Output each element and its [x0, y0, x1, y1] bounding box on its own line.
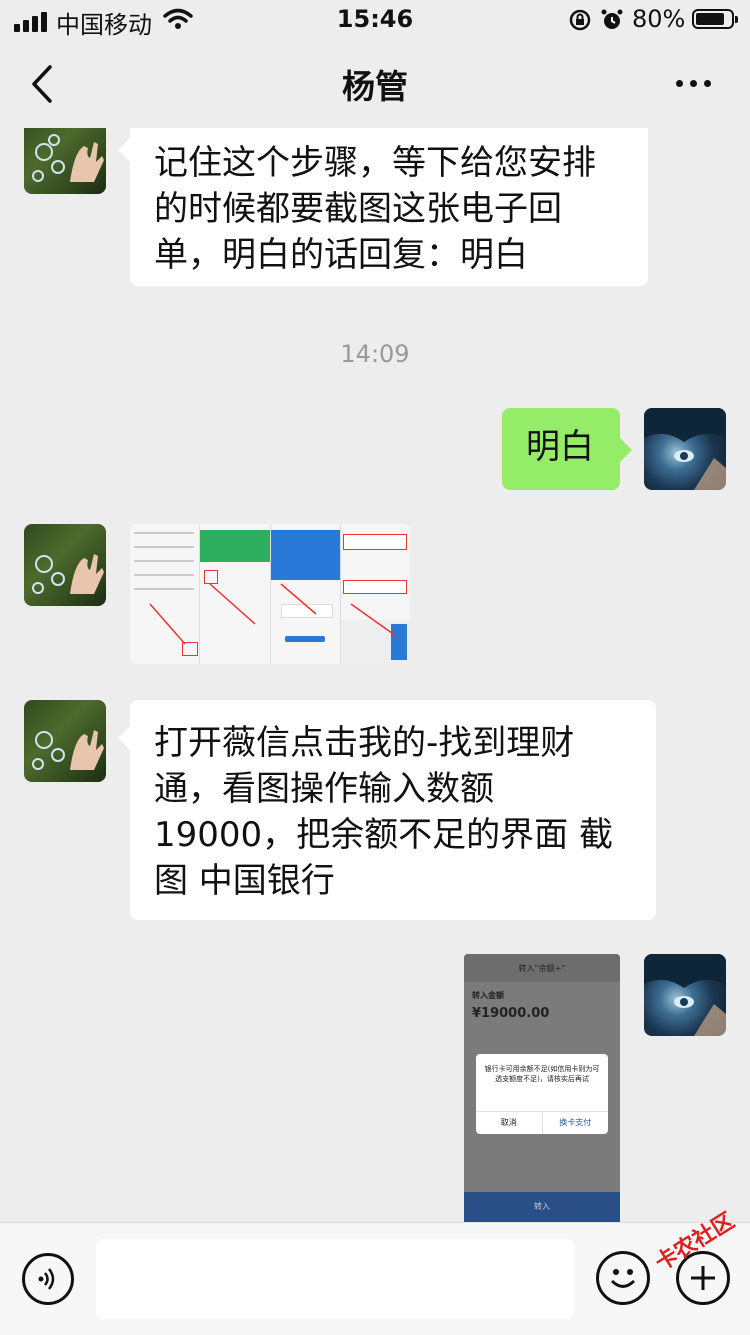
message-text: 记住这个步骤，等下给您安排的时候都要截图这张电子回单，明白的话回复：明白: [154, 143, 596, 275]
lock-rotation-icon: [569, 9, 591, 31]
message-bubble[interactable]: 打开薇信点击我的-找到理财通，看图操作输入数额19000，把余额不足的界面 截图…: [118, 700, 656, 920]
contact-avatar[interactable]: [24, 524, 106, 606]
self-avatar[interactable]: [644, 954, 726, 1036]
tutorial-panel: [200, 524, 271, 664]
alarm-icon: [601, 9, 623, 29]
image-message-tutorial[interactable]: [130, 524, 410, 664]
voice-icon[interactable]: [22, 1253, 74, 1305]
chat-header: 杨管: [0, 40, 750, 128]
screenshot-label: 转入金额: [472, 991, 504, 1000]
dialog-cancel: 取消: [500, 1118, 517, 1127]
input-bar: [0, 1222, 750, 1335]
screenshot-header: 转入“余额+”: [464, 954, 620, 982]
message-bubble-self[interactable]: 明白: [502, 408, 632, 490]
screenshot-amount: ¥19000.00: [472, 1006, 550, 1021]
tutorial-panel: [270, 524, 341, 664]
message-bubble[interactable]: 记住这个步骤，等下给您安排的时候都要截图这张电子回单，明白的话回复：明白: [118, 128, 648, 286]
battery-icon: [692, 9, 738, 29]
self-avatar[interactable]: [644, 408, 726, 490]
emoji-icon[interactable]: [596, 1251, 650, 1305]
timestamp: 14:09: [340, 340, 410, 368]
dialog-switch-card: 换卡支付: [541, 1112, 609, 1134]
tutorial-panel: [340, 524, 410, 664]
contact-avatar[interactable]: [24, 700, 106, 782]
message-text: 打开薇信点击我的-找到理财通，看图操作输入数额19000，把余额不足的界面 截图…: [154, 723, 613, 901]
screenshot-confirm: 转入: [464, 1192, 620, 1222]
chat-list[interactable]: 记住这个步骤，等下给您安排的时候都要截图这张电子回单，明白的话回复：明白 14:…: [0, 128, 750, 1222]
tutorial-panel: [130, 524, 201, 664]
battery-percent: 80%: [632, 5, 686, 33]
balance-dialog: 银行卡可用余额不足(如信用卡则为可透支额度不足)，请核实后再试 取消 换卡支付: [476, 1054, 608, 1134]
dialog-text: 银行卡可用余额不足(如信用卡则为可透支额度不足)，请核实后再试: [484, 1065, 600, 1083]
message-input[interactable]: [96, 1239, 574, 1319]
contact-avatar[interactable]: [24, 128, 106, 194]
image-message-screenshot[interactable]: 转入“余额+” 转入金额 ¥19000.00 银行卡可用余额不足(如信用卡则为可…: [464, 954, 620, 1222]
chat-title: 杨管: [342, 67, 408, 106]
more-icon[interactable]: [676, 80, 711, 87]
status-bar: 中国移动 15:46 80%: [0, 0, 750, 40]
message-text: 明白: [526, 427, 594, 467]
